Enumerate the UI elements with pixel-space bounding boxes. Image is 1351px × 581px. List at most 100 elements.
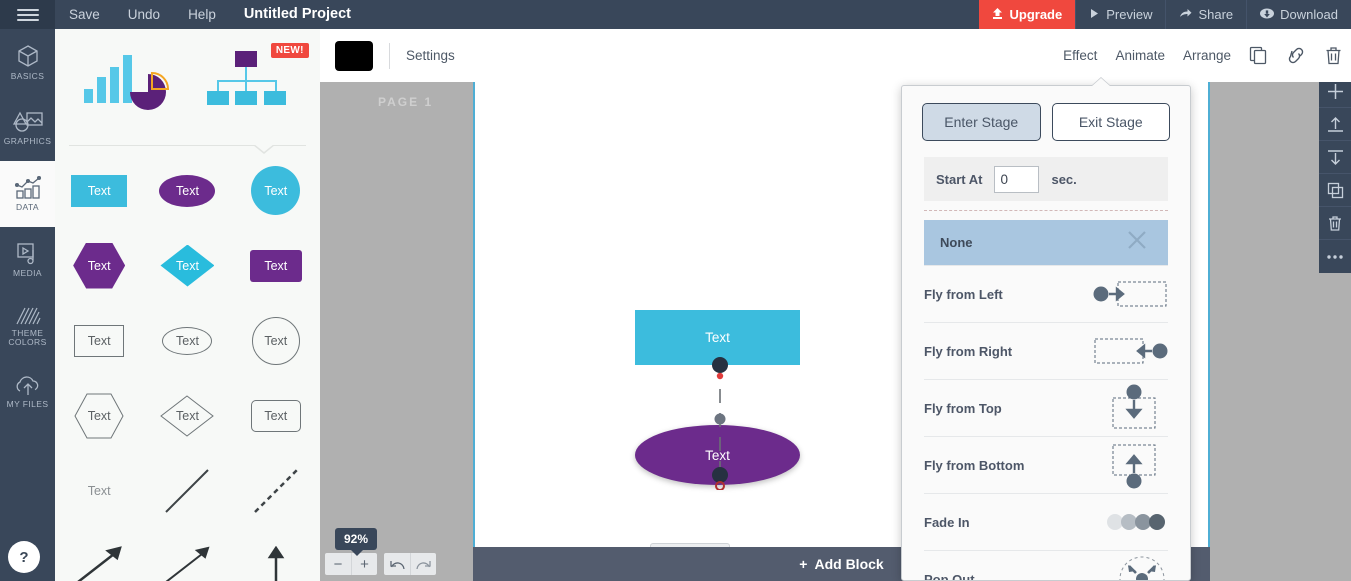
settings-bar-right: Effect Animate Arrange <box>1063 29 1343 82</box>
effect-row-fly-from-top[interactable]: Fly from Top <box>924 379 1168 436</box>
top-actions: Upgrade Preview Share Download <box>979 0 1351 29</box>
shape-line-solid[interactable] <box>143 453 231 528</box>
tab-exit-stage[interactable]: Exit Stage <box>1051 103 1170 141</box>
shape-diamond-filled-blue[interactable]: Text <box>143 228 231 303</box>
sidebar-item-data[interactable]: DATA <box>0 161 55 227</box>
popover-arrow <box>1091 78 1111 87</box>
upload-arrow-icon <box>992 8 1003 21</box>
shape-circle-filled-blue[interactable]: Text <box>232 153 320 228</box>
fly-from-left-icon <box>1073 277 1168 311</box>
sidebar-item-label: MEDIA <box>13 268 42 279</box>
shape-hexagon-outline[interactable]: Text <box>55 378 143 453</box>
shape-label: Text <box>87 183 111 198</box>
start-at-input[interactable] <box>994 165 1040 193</box>
effect-row-fade-in[interactable]: Fade In <box>924 493 1168 550</box>
upgrade-button[interactable]: Upgrade <box>979 0 1076 29</box>
sidebar-item-basics[interactable]: BASICS <box>0 29 55 95</box>
effect-row-pop-out[interactable]: Pop Out <box>924 550 1168 580</box>
effect-link[interactable]: Effect <box>1063 48 1097 63</box>
tab-enter-stage[interactable]: Enter Stage <box>922 103 1041 141</box>
diagram-thumb[interactable]: NEW! <box>201 42 309 122</box>
page-label: PAGE 1 <box>378 95 434 109</box>
download-button[interactable]: Download <box>1246 0 1351 29</box>
shape-label: Text <box>264 258 288 273</box>
start-at-row: Start At sec. <box>924 157 1168 201</box>
sidebar-item-label: BASICS <box>10 71 45 82</box>
hamburger-menu-icon[interactable] <box>0 0 55 29</box>
shape-rounded-rect-outline[interactable]: Text <box>232 378 320 453</box>
cloud-download-icon <box>1260 8 1275 21</box>
effect-row-fly-from-bottom[interactable]: Fly from Bottom <box>924 436 1168 493</box>
chevron-down-icon <box>253 144 275 154</box>
shape-line-dashed[interactable] <box>232 453 320 528</box>
shape-arrow-solid[interactable] <box>55 528 143 581</box>
zoom-out-button[interactable]: − <box>325 553 351 575</box>
shape-ellipse-outline[interactable]: Text <box>143 303 231 378</box>
shape-diamond-outline[interactable]: Text <box>143 378 231 453</box>
zoom-in-button[interactable]: + <box>351 553 377 575</box>
sidebar-item-media[interactable]: MEDIA <box>0 227 55 293</box>
help-button[interactable]: ? <box>8 541 40 573</box>
arrange-link[interactable]: Arrange <box>1183 48 1231 63</box>
copy-icon[interactable] <box>1249 46 1268 65</box>
duplicate-icon[interactable] <box>1319 174 1351 207</box>
charts-thumb[interactable] <box>82 47 174 122</box>
shape-rectangle-filled-blue[interactable]: Text <box>55 153 143 228</box>
shape-label: Text <box>264 408 288 423</box>
preview-label: Preview <box>1106 7 1153 22</box>
stage-tabs: Enter Stage Exit Stage <box>902 86 1190 141</box>
zoom-level: 92% <box>335 528 378 556</box>
share-arrow-icon <box>1179 8 1192 21</box>
sidebar-item-graphics[interactable]: GRAPHICS <box>0 95 55 161</box>
zoom-controls: 92% − + <box>325 528 436 575</box>
workspace: PAGE 1 Text Text + Add Block Settings Ef… <box>320 29 1351 581</box>
left-rail: BASICS GRAPHICS DATA MEDIA THEME COLORS … <box>0 29 55 581</box>
shape-plain-text[interactable]: Text <box>55 453 143 528</box>
connector-line[interactable] <box>710 355 730 490</box>
project-title[interactable]: Untitled Project <box>230 0 365 29</box>
shape-arrow-up[interactable] <box>232 528 320 581</box>
animate-link[interactable]: Animate <box>1115 48 1165 63</box>
effect-row-none[interactable]: None <box>924 220 1168 265</box>
settings-label[interactable]: Settings <box>406 48 455 63</box>
shape-label: Text <box>87 333 111 348</box>
sidebar-item-my-files[interactable]: MY FILES <box>0 359 55 425</box>
color-swatch[interactable] <box>335 40 373 71</box>
sidebar-item-theme-colors[interactable]: THEME COLORS <box>0 293 55 359</box>
shape-rectangle-outline[interactable]: Text <box>55 303 143 378</box>
effect-row-fly-from-right[interactable]: Fly from Right <box>924 322 1168 379</box>
shape-hexagon-filled-purple[interactable]: Text <box>55 228 143 303</box>
panel-divider <box>55 139 320 154</box>
shape-label: Text <box>87 258 111 273</box>
divider <box>389 42 390 69</box>
align-top-icon[interactable] <box>1319 108 1351 141</box>
shape-rounded-rect-filled-purple[interactable]: Text <box>232 228 320 303</box>
shape-circle-outline[interactable]: Text <box>232 303 320 378</box>
trash-icon[interactable] <box>1319 207 1351 240</box>
trash-icon[interactable] <box>1324 46 1343 66</box>
close-x-icon[interactable] <box>1122 225 1152 260</box>
redo-icon[interactable] <box>410 553 436 575</box>
link-icon[interactable] <box>1286 46 1306 65</box>
menu-help[interactable]: Help <box>174 0 230 29</box>
menu-save[interactable]: Save <box>55 0 114 29</box>
start-at-label: Start At <box>936 171 983 187</box>
shape-label: Text <box>87 483 111 498</box>
settings-bar: Settings Effect Animate Arrange <box>320 29 1351 82</box>
video-note-icon <box>15 242 41 266</box>
effect-row-fly-from-left[interactable]: Fly from Left <box>924 265 1168 322</box>
align-bottom-icon[interactable] <box>1319 141 1351 174</box>
undo-icon[interactable] <box>384 553 410 575</box>
start-at-unit: sec. <box>1051 171 1077 187</box>
sidebar-item-label: GRAPHICS <box>3 136 52 147</box>
panel-header-thumbs: NEW! <box>55 29 320 139</box>
more-icon[interactable] <box>1319 240 1351 273</box>
menu-undo[interactable]: Undo <box>114 0 174 29</box>
top-bar: Save Undo Help Untitled Project Upgrade … <box>0 0 1351 29</box>
shape-ellipse-filled-purple[interactable]: Text <box>143 153 231 228</box>
preview-button[interactable]: Preview <box>1075 0 1165 29</box>
share-button[interactable]: Share <box>1165 0 1246 29</box>
sidebar-item-label: THEME COLORS <box>8 327 47 347</box>
effect-label: Fly from Left <box>924 286 1003 302</box>
shape-arrow-thin[interactable] <box>143 528 231 581</box>
